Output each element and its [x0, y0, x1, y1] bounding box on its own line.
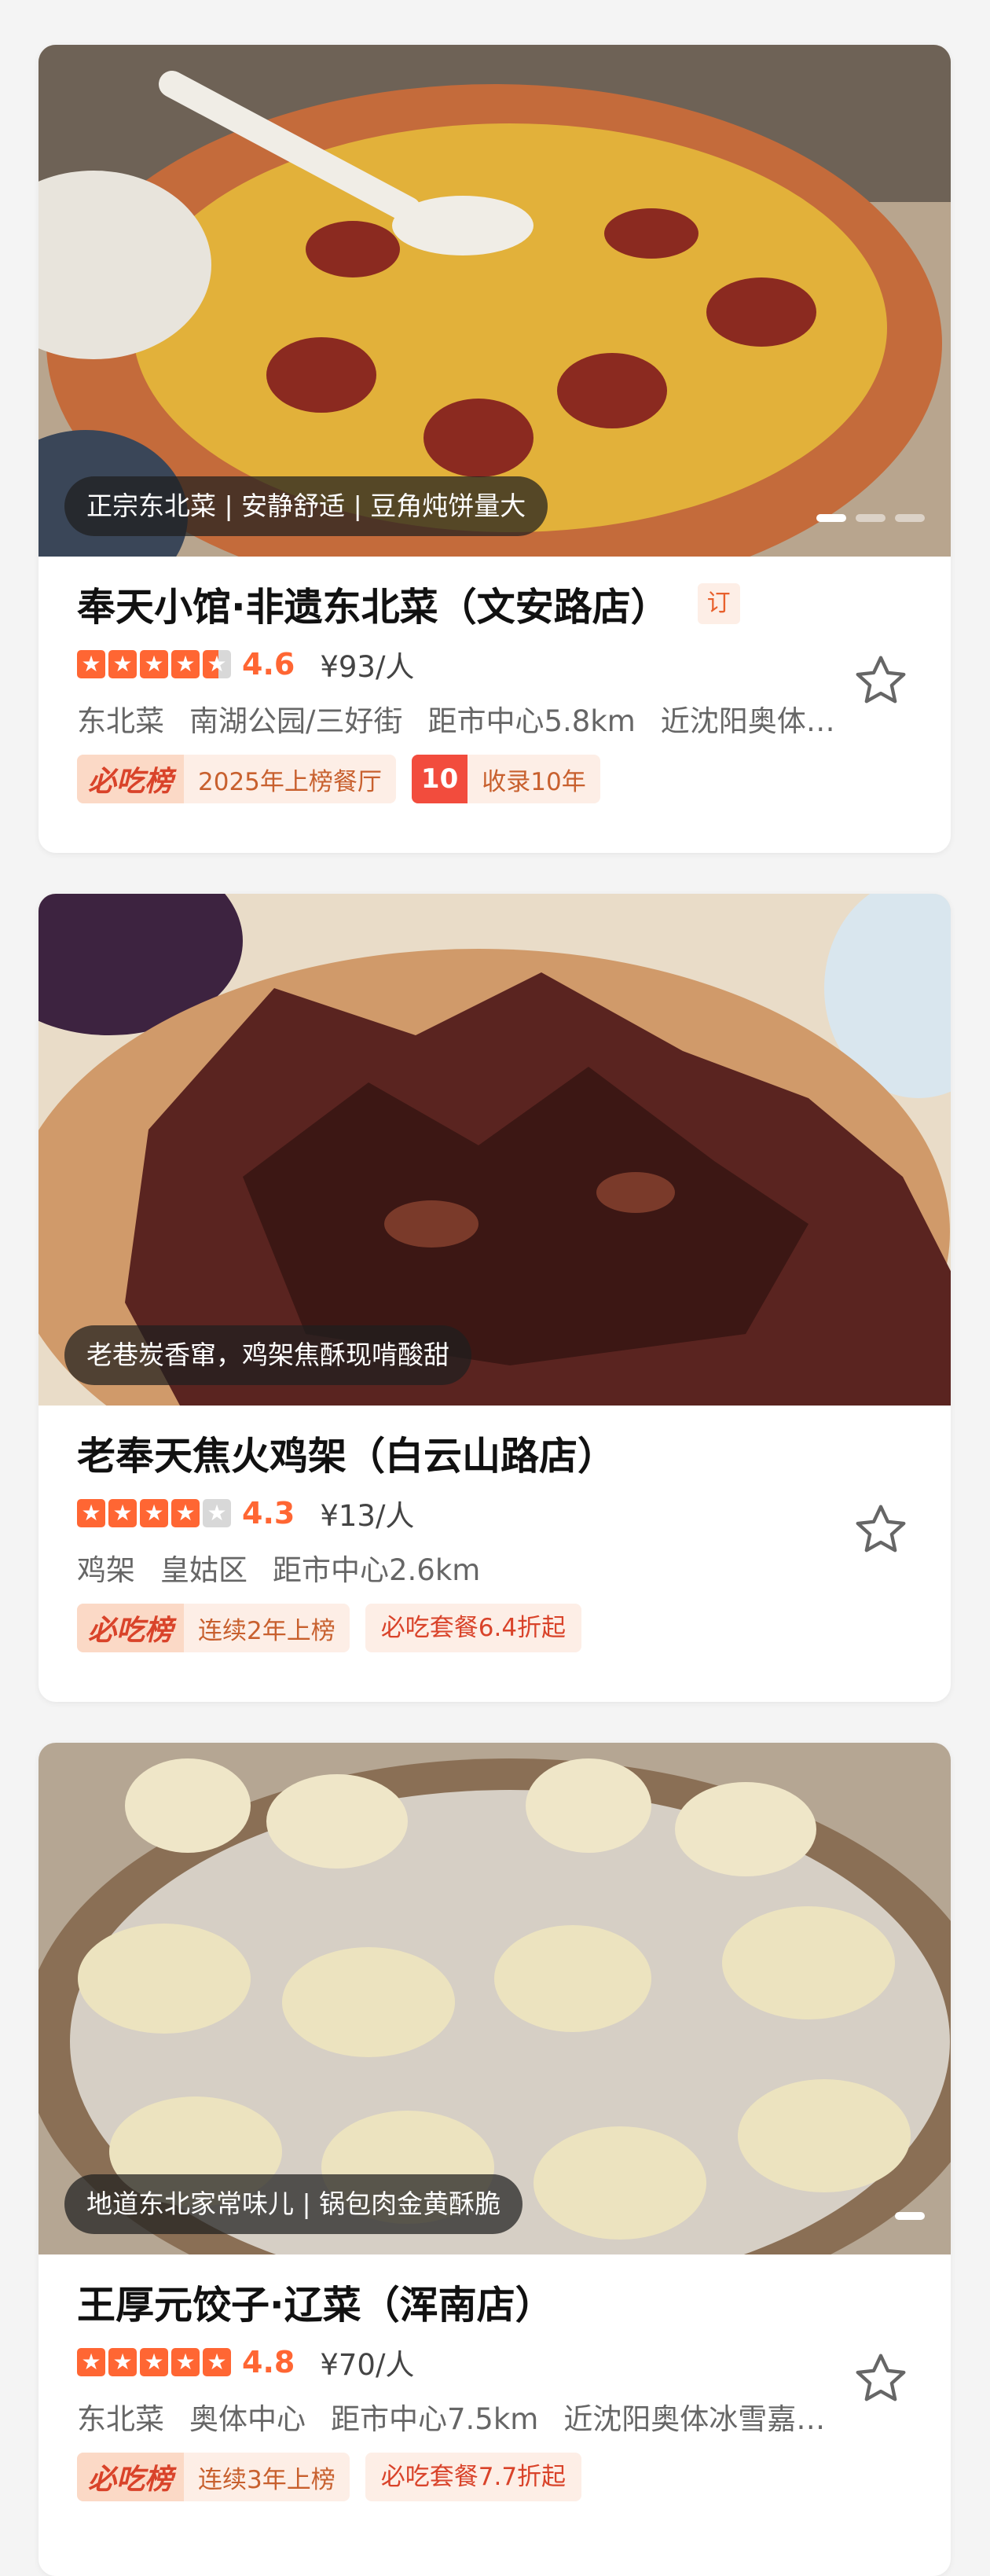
- bichi-text: 2025年上榜餐厅: [198, 767, 382, 796]
- rating-stars: ★ ★ ★ ★ ★: [77, 2348, 231, 2376]
- star-icon: ★: [203, 2348, 231, 2376]
- bichi-badge[interactable]: 必吃榜 连续3年上榜: [77, 2453, 350, 2501]
- star-icon: ★: [108, 2348, 137, 2376]
- bichi-logo: 必吃榜: [77, 755, 185, 803]
- star-icon: ★: [77, 650, 105, 678]
- years-text: 收录10年: [482, 767, 586, 796]
- food-photo[interactable]: 老巷炭香窜，鸡架焦酥现啃酸甜: [38, 894, 951, 1406]
- star-outline-icon[interactable]: [849, 2347, 912, 2410]
- restaurant-card[interactable]: 老巷炭香窜，鸡架焦酥现啃酸甜 老奉天焦火鸡架（白云山路店） ★ ★ ★ ★ ★ …: [38, 894, 951, 1702]
- bichi-logo: 必吃榜: [77, 1604, 185, 1652]
- star-icon: ★: [108, 1499, 137, 1527]
- years-badge: 10 收录10年: [411, 755, 600, 803]
- star-icon: ★: [140, 650, 168, 678]
- carousel-dot: [816, 514, 846, 522]
- restaurant-card[interactable]: 地道东北家常味儿 | 锅包肉金黄酥脆 王厚元饺子·辽菜（浑南店） ★ ★ ★ ★…: [38, 1743, 951, 2576]
- star-empty-icon: ★: [203, 1499, 231, 1527]
- area-name: 奥体中心: [189, 2402, 306, 2436]
- star-icon: ★: [171, 2348, 200, 2376]
- rating-stars: ★ ★ ★ ★ ★: [77, 650, 231, 678]
- restaurant-info: 奉天小馆·非遗东北菜（文安路店） 订 ★ ★ ★ ★ ★ 4.6 ¥93/人 东…: [38, 557, 951, 827]
- rating-stars: ★ ★ ★ ★ ★: [77, 1499, 231, 1527]
- area-name: 南湖公园/三好街: [189, 704, 403, 738]
- photo-caption: 正宗东北菜 | 安静舒适 | 豆角炖饼量大: [64, 476, 548, 536]
- distance: 距市中心2.6km: [273, 1553, 481, 1587]
- star-icon: ★: [77, 2348, 105, 2376]
- booking-tag: 订: [697, 583, 740, 624]
- star-outline-icon[interactable]: [849, 649, 912, 712]
- deal-badge[interactable]: 必吃套餐7.7折起: [365, 2453, 582, 2501]
- restaurant-info: 王厚元饺子·辽菜（浑南店） ★ ★ ★ ★ ★ 4.8 ¥70/人 东北菜 奥体…: [38, 2254, 951, 2525]
- carousel-indicator: [816, 514, 925, 522]
- star-icon: ★: [171, 1499, 200, 1527]
- distance: 距市中心7.5km: [331, 2402, 539, 2436]
- avg-price: ¥93/人: [320, 650, 415, 684]
- photo-caption: 老巷炭香窜，鸡架焦酥现啃酸甜: [64, 1325, 471, 1385]
- carousel-indicator: [895, 2212, 925, 2220]
- star-half-icon: ★: [203, 650, 231, 678]
- star-icon: ★: [108, 650, 137, 678]
- food-photo[interactable]: 正宗东北菜 | 安静舒适 | 豆角炖饼量大: [38, 45, 951, 557]
- bichi-badge[interactable]: 必吃榜 2025年上榜餐厅: [77, 755, 396, 803]
- carousel-dot: [895, 514, 925, 522]
- bichi-logo: 必吃榜: [77, 2453, 185, 2501]
- carousel-dot: [856, 514, 886, 522]
- distance: 距市中心5.8km: [427, 704, 636, 738]
- star-icon: ★: [140, 1499, 168, 1527]
- rating-score: 4.3: [242, 1496, 295, 1531]
- star-icon: ★: [140, 2348, 168, 2376]
- bichi-text: 连续3年上榜: [198, 2465, 336, 2494]
- bichi-text: 连续2年上榜: [198, 1616, 336, 1645]
- years-number: 10: [411, 755, 468, 803]
- star-icon: ★: [77, 1499, 105, 1527]
- avg-price: ¥13/人: [320, 1499, 415, 1533]
- restaurant-name[interactable]: 老奉天焦火鸡架（白云山路店）: [77, 1425, 616, 1481]
- deal-badge[interactable]: 必吃套餐6.4折起: [365, 1604, 582, 1652]
- rating-score: 4.6: [242, 647, 295, 682]
- carousel-dot: [895, 2212, 925, 2220]
- star-outline-icon[interactable]: [849, 1498, 912, 1561]
- cuisine-category: 东北菜: [77, 704, 164, 738]
- cuisine-category: 鸡架: [77, 1553, 135, 1587]
- food-photo[interactable]: 地道东北家常味儿 | 锅包肉金黄酥脆: [38, 1743, 951, 2254]
- rating-score: 4.8: [242, 2345, 295, 2379]
- restaurant-info: 老奉天焦火鸡架（白云山路店） ★ ★ ★ ★ ★ 4.3 ¥13/人 鸡架 皇姑…: [38, 1406, 951, 1676]
- bichi-badge[interactable]: 必吃榜 连续2年上榜: [77, 1604, 350, 1652]
- area-name: 皇姑区: [160, 1553, 248, 1587]
- star-icon: ★: [171, 650, 200, 678]
- photo-caption: 地道东北家常味儿 | 锅包肉金黄酥脆: [64, 2174, 523, 2234]
- restaurant-card[interactable]: 正宗东北菜 | 安静舒适 | 豆角炖饼量大 奉天小馆·非遗东北菜（文安路店） 订…: [38, 45, 951, 853]
- restaurant-name[interactable]: 王厚元饺子·辽菜（浑南店）: [77, 2274, 554, 2330]
- cuisine-category: 东北菜: [77, 2402, 164, 2436]
- avg-price: ¥70/人: [320, 2348, 415, 2382]
- restaurant-name[interactable]: 奉天小馆·非遗东北菜（文安路店）: [77, 576, 669, 632]
